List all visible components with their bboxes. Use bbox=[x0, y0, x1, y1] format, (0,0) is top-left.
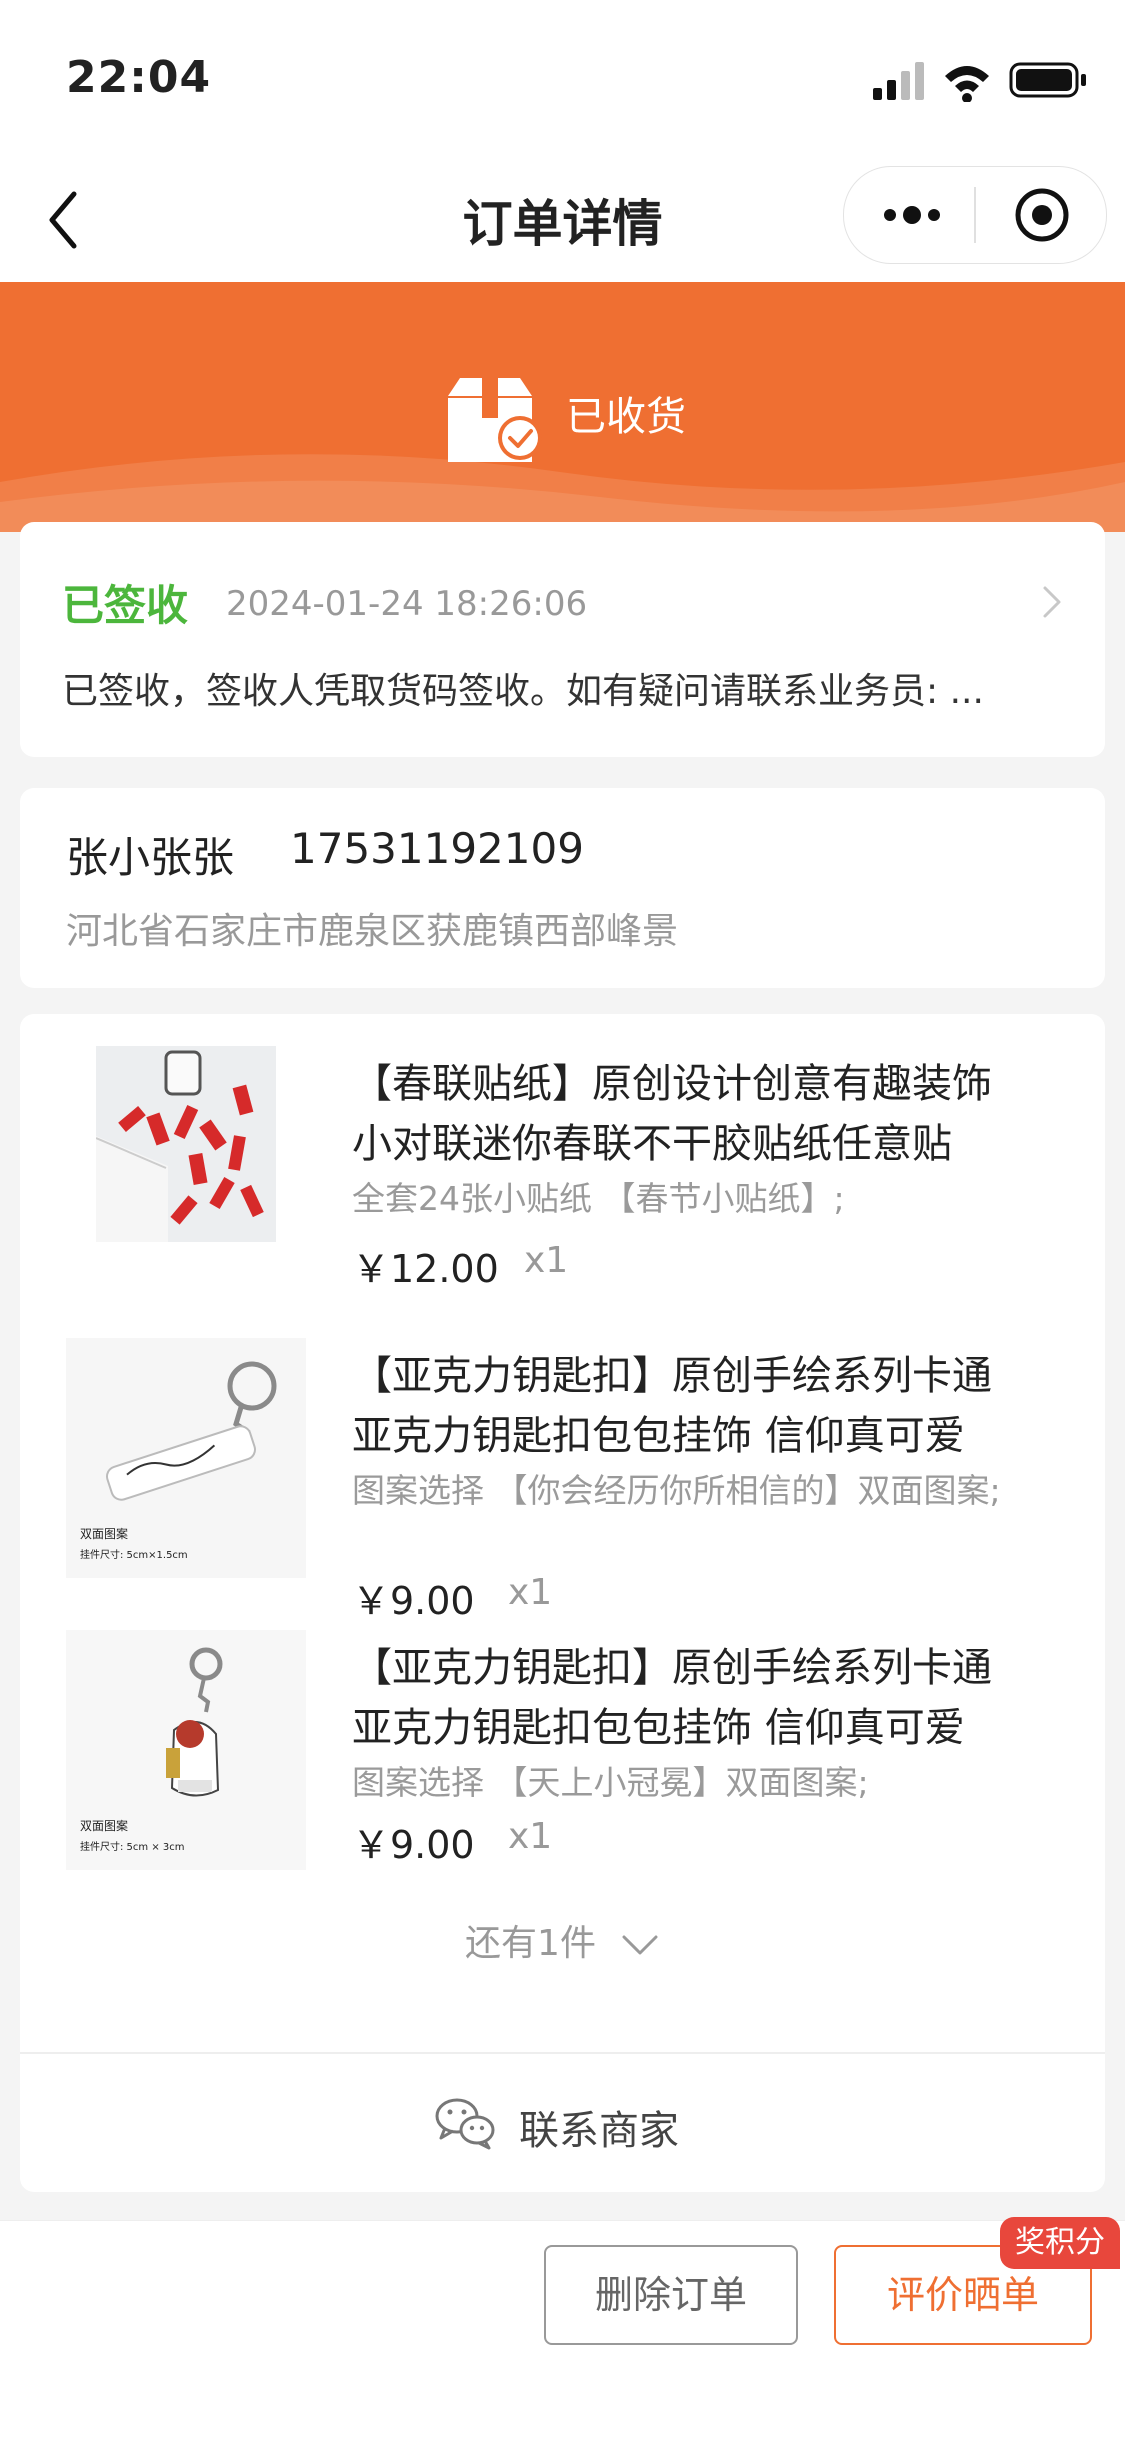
chevron-down-icon bbox=[622, 1935, 658, 1955]
close-miniprogram-button[interactable] bbox=[1014, 187, 1070, 243]
banner-wave-decoration bbox=[0, 454, 1125, 532]
logistics-time: 2024-01-24 18:26:06 bbox=[226, 584, 588, 624]
battery-icon bbox=[1009, 62, 1086, 98]
miniprogram-capsule bbox=[843, 166, 1107, 264]
product-title-line1: 【亚克力钥匙扣】原创手绘系列卡通 bbox=[352, 1353, 992, 1399]
recipient-name: 张小张张 bbox=[66, 833, 235, 882]
logistics-description: 已签收，签收人凭取货码签收。如有疑问请联系业务员: ... bbox=[62, 671, 984, 712]
product-quantity: x1 bbox=[524, 1240, 569, 1281]
reward-points-badge: 奖积分 bbox=[1000, 2217, 1120, 2269]
target-circle-icon bbox=[1015, 188, 1069, 242]
product-title-line2: 亚克力钥匙扣包包挂饰 信仰真可爱 bbox=[352, 1413, 965, 1459]
contact-merchant-button[interactable]: 联系商家 bbox=[20, 2054, 1105, 2192]
order-status-banner: 已收货 bbox=[0, 282, 1125, 532]
status-bar: 22:04 bbox=[0, 0, 1125, 160]
product-title-line1: 【亚克力钥匙扣】原创手绘系列卡通 bbox=[352, 1645, 992, 1691]
product-quantity: x1 bbox=[508, 1572, 553, 1613]
capsule-divider bbox=[974, 187, 976, 243]
order-status-text: 已收货 bbox=[566, 394, 686, 440]
more-button[interactable] bbox=[878, 191, 946, 239]
goods-card: 【春联贴纸】原创设计创意有趣装饰 小对联迷你春联不干胶贴纸任意贴 全套24张小贴… bbox=[20, 1014, 1105, 2192]
package-received-icon bbox=[446, 376, 542, 464]
product-title-line2: 亚克力钥匙扣包包挂饰 信仰真可爱 bbox=[352, 1705, 965, 1751]
product-title-line1: 【春联贴纸】原创设计创意有趣装饰 bbox=[352, 1061, 992, 1107]
product-price: ￥9.00 bbox=[352, 1823, 475, 1867]
status-icons bbox=[873, 58, 1093, 106]
show-more-label: 还有1件 bbox=[465, 1923, 596, 1964]
status-time: 22:04 bbox=[66, 52, 212, 103]
recipient-address: 河北省石家庄市鹿泉区获鹿镇西部峰景 bbox=[66, 911, 679, 952]
show-more-items-button[interactable]: 还有1件 bbox=[20, 1914, 1105, 1966]
product-thumbnail bbox=[96, 1046, 276, 1242]
bottom-action-bar: 删除订单 评价晒单 奖积分 bbox=[0, 2217, 1125, 2437]
thumbnail-caption: 双面图案 bbox=[80, 1526, 128, 1541]
wifi-icon bbox=[945, 66, 989, 103]
nav-bar: 订单详情 bbox=[0, 160, 1125, 282]
contact-merchant-label: 联系商家 bbox=[519, 2108, 679, 2154]
recipient-phone: 17531192109 bbox=[290, 824, 584, 873]
thumbnail-size-caption: 挂件尺寸: 5cm×1.5cm bbox=[80, 1548, 188, 1561]
product-spec: 图案选择 【天上小冠冕】双面图案; bbox=[352, 1763, 869, 1802]
chevron-right-icon bbox=[1041, 582, 1065, 622]
product-spec: 全套24张小贴纸 【春节小贴纸】; bbox=[352, 1179, 845, 1218]
thumbnail-caption: 双面图案 bbox=[80, 1818, 128, 1833]
cellular-signal-icon bbox=[873, 62, 924, 100]
product-spec: 图案选择 【你会经历你所相信的】双面图案; bbox=[352, 1471, 1001, 1510]
product-price: ￥12.00 bbox=[352, 1247, 499, 1291]
logistics-status: 已签收 bbox=[62, 581, 189, 630]
logistics-card[interactable]: 已签收 2024-01-24 18:26:06 已签收，签收人凭取货码签收。如有… bbox=[20, 522, 1105, 757]
product-thumbnail: 双面图案 挂件尺寸: 5cm × 3cm bbox=[66, 1630, 306, 1870]
product-thumbnail: 双面图案 挂件尺寸: 5cm×1.5cm bbox=[66, 1338, 306, 1578]
delete-order-button[interactable]: 删除订单 bbox=[544, 2245, 798, 2345]
thumbnail-size-caption: 挂件尺寸: 5cm × 3cm bbox=[80, 1840, 185, 1853]
product-price: ￥9.00 bbox=[352, 1579, 475, 1623]
address-card: 张小张张 17531192109 河北省石家庄市鹿泉区获鹿镇西部峰景 bbox=[20, 788, 1105, 988]
wechat-chat-icon bbox=[435, 2096, 495, 2150]
more-dots-icon bbox=[884, 206, 940, 224]
product-title-line2: 小对联迷你春联不干胶贴纸任意贴 bbox=[352, 1121, 952, 1167]
product-quantity: x1 bbox=[508, 1816, 553, 1857]
